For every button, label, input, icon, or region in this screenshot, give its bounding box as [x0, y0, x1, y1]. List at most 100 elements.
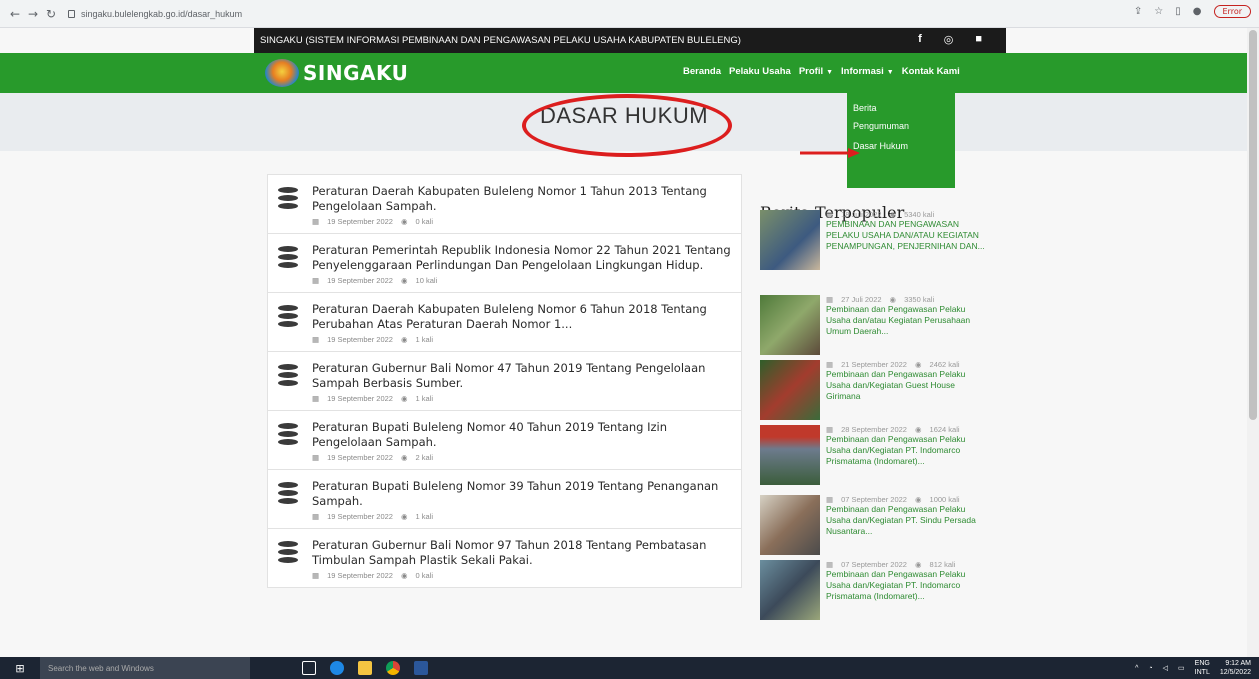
law-title[interactable]: Peraturan Bupati Buleleng Nomor 40 Tahun…	[312, 420, 731, 450]
eye-icon: ◉	[400, 217, 408, 226]
site-topbar: SINGAKU (SISTEM INFORMASI PEMBINAAN DAN …	[254, 28, 1006, 53]
language-indicator[interactable]: ENG INTL	[1195, 659, 1210, 677]
eye-icon: ◉	[400, 571, 408, 580]
nav-pelaku-usaha[interactable]: Pelaku Usaha	[729, 66, 791, 77]
url-text[interactable]: singaku.bulelengkab.go.id/dasar_hukum	[81, 9, 242, 19]
list-item[interactable]: Peraturan Gubernur Bali Nomor 47 Tahun 2…	[267, 351, 742, 410]
news-link[interactable]: PEMBINAAN DAN PENGAWASAN PELAKU USAHA DA…	[826, 219, 990, 252]
calendar-icon: ▦	[826, 560, 834, 569]
list-item[interactable]: Peraturan Bupati Buleleng Nomor 40 Tahun…	[267, 410, 742, 469]
law-date: 19 September 2022	[327, 453, 393, 462]
news-date: 07 September 2022	[841, 560, 907, 569]
news-link[interactable]: Pembinaan dan Pengawasan Pelaku Usaha da…	[826, 304, 990, 337]
brand-link[interactable]: SINGAKU	[265, 59, 408, 87]
file-explorer-icon[interactable]	[358, 661, 372, 675]
news-views: 3350 kali	[904, 295, 935, 304]
nav-informasi[interactable]: Informasi ▼	[841, 66, 894, 77]
address-bar[interactable]: singaku.bulelengkab.go.id/dasar_hukum	[68, 9, 242, 19]
list-item[interactable]: Peraturan Bupati Buleleng Nomor 39 Tahun…	[267, 469, 742, 528]
news-thumbnail[interactable]	[760, 295, 820, 355]
law-date: 19 September 2022	[327, 394, 393, 403]
news-views: 2462 kali	[929, 360, 960, 369]
news-views: 812 kali	[929, 560, 956, 569]
law-date: 19 September 2022	[327, 217, 393, 226]
law-date: 19 September 2022	[327, 335, 393, 344]
database-icon	[278, 482, 298, 504]
error-button[interactable]: Error	[1213, 5, 1251, 18]
news-date: 27 Juli 2022	[841, 295, 882, 304]
law-title[interactable]: Peraturan Gubernur Bali Nomor 97 Tahun 2…	[312, 538, 731, 568]
browser-toolbar: ← → ↻ singaku.bulelengkab.go.id/dasar_hu…	[0, 0, 1259, 28]
list-item[interactable]: Peraturan Pemerintah Republik Indonesia …	[267, 233, 742, 292]
news-link[interactable]: Pembinaan dan Pengawasan Pelaku Usaha da…	[826, 569, 990, 602]
news-thumbnail[interactable]	[760, 425, 820, 485]
eye-icon: ◉	[400, 276, 408, 285]
law-title[interactable]: Peraturan Daerah Kabupaten Buleleng Nomo…	[312, 184, 731, 214]
news-link[interactable]: Pembinaan dan Pengawasan Pelaku Usaha da…	[826, 369, 990, 402]
popular-item[interactable]: ▦ 27 Juli 2022 ◉ 3350 kali Pembinaan dan Pe…	[760, 295, 990, 355]
news-date: 21 September 2022	[841, 360, 907, 369]
list-item[interactable]: Peraturan Daerah Kabupaten Buleleng Nomo…	[267, 292, 742, 351]
notification-icon[interactable]: ▭	[1178, 664, 1185, 673]
news-views: 5340 kali	[904, 210, 935, 219]
profile-icon[interactable]: ●	[1193, 6, 1202, 17]
calendar-icon: ▦	[312, 276, 320, 285]
popular-item[interactable]: ▦ 21 September 2022 ◉ 2462 kali Pembinaan d…	[760, 360, 990, 420]
news-views: 1624 kali	[929, 425, 960, 434]
popular-item[interactable]: ▦ 07 September 2022 ◉ 1000 kali Pembinaan d…	[760, 495, 990, 555]
word-icon[interactable]	[414, 661, 428, 675]
news-thumbnail[interactable]	[760, 360, 820, 420]
calendar-icon: ▦	[312, 335, 320, 344]
news-thumbnail[interactable]	[760, 210, 820, 270]
edge-icon[interactable]	[330, 661, 344, 675]
youtube-icon[interactable]: ■	[975, 33, 982, 46]
nav-kontak-kami[interactable]: Kontak Kami	[902, 66, 960, 77]
share-icon[interactable]: ⇪	[1134, 6, 1142, 17]
bookmark-icon[interactable]: ☆	[1154, 6, 1163, 17]
nav-beranda[interactable]: Beranda	[683, 66, 721, 77]
popular-item[interactable]: ▦ 07 September 2022 ◉ 812 kali Pembinaan da…	[760, 560, 990, 620]
nav-profil[interactable]: Profil ▼	[799, 66, 833, 77]
law-views: 10 kali	[415, 276, 438, 285]
annotation-arrow	[800, 148, 860, 158]
sidebar-icon[interactable]: ▯	[1175, 6, 1181, 17]
popular-item[interactable]: ▦ 18 Juli 2022 ◉ 5340 kali PEMBINAAN DAN PE…	[760, 210, 990, 270]
site-full-title: SINGAKU (SISTEM INFORMASI PEMBINAAN DAN …	[260, 35, 741, 46]
law-title[interactable]: Peraturan Daerah Kabupaten Buleleng Nomo…	[312, 302, 731, 332]
calendar-icon: ▦	[826, 425, 834, 434]
news-thumbnail[interactable]	[760, 560, 820, 620]
popular-item[interactable]: ▦ 28 September 2022 ◉ 1624 kali Pembinaan d…	[760, 425, 990, 485]
reload-icon[interactable]: ↻	[42, 7, 60, 21]
forward-icon[interactable]: →	[24, 7, 42, 21]
eye-icon: ◉	[400, 453, 408, 462]
list-item[interactable]: Peraturan Gubernur Bali Nomor 97 Tahun 2…	[267, 528, 742, 588]
law-views: 2 kali	[415, 453, 434, 462]
scrollbar-thumb[interactable]	[1249, 30, 1257, 420]
news-date: 07 September 2022	[841, 495, 907, 504]
main-navbar: SINGAKU Beranda Pelaku Usaha Profil ▼ Inf…	[0, 53, 1259, 93]
network-icon[interactable]: ◔	[1148, 664, 1152, 673]
windows-taskbar: ⊞ Search the web and Windows ^ ◔ ◁ ▭ ENG…	[0, 657, 1259, 679]
law-date: 19 September 2022	[327, 276, 393, 285]
instagram-icon[interactable]: ◎	[944, 33, 954, 46]
tray-arrow-icon[interactable]: ^	[1135, 664, 1138, 673]
law-title[interactable]: Peraturan Gubernur Bali Nomor 47 Tahun 2…	[312, 361, 731, 391]
task-view-icon[interactable]	[302, 661, 316, 675]
clock[interactable]: 9:12 AM 12/5/2022	[1220, 659, 1251, 677]
law-views: 1 kali	[415, 394, 434, 403]
law-title[interactable]: Peraturan Bupati Buleleng Nomor 39 Tahun…	[312, 479, 731, 509]
volume-icon[interactable]: ◁	[1163, 664, 1168, 673]
law-title[interactable]: Peraturan Pemerintah Republik Indonesia …	[312, 243, 731, 273]
list-item[interactable]: Peraturan Daerah Kabupaten Buleleng Nomo…	[267, 174, 742, 233]
chrome-icon[interactable]	[386, 661, 400, 675]
taskbar-search-input[interactable]: Search the web and Windows	[40, 657, 250, 679]
dropdown-item-pengumuman[interactable]: Pengumuman	[847, 117, 955, 135]
news-link[interactable]: Pembinaan dan Pengawasan Pelaku Usaha da…	[826, 504, 990, 537]
news-link[interactable]: Pembinaan dan Pengawasan Pelaku Usaha da…	[826, 434, 990, 467]
dropdown-item-berita[interactable]: Berita	[847, 99, 955, 117]
dropdown-item-dasar-hukum[interactable]: Dasar Hukum	[847, 137, 955, 155]
windows-start-icon[interactable]: ⊞	[0, 662, 40, 675]
back-icon[interactable]: ←	[6, 7, 24, 21]
facebook-icon[interactable]: f	[918, 33, 922, 46]
news-thumbnail[interactable]	[760, 495, 820, 555]
